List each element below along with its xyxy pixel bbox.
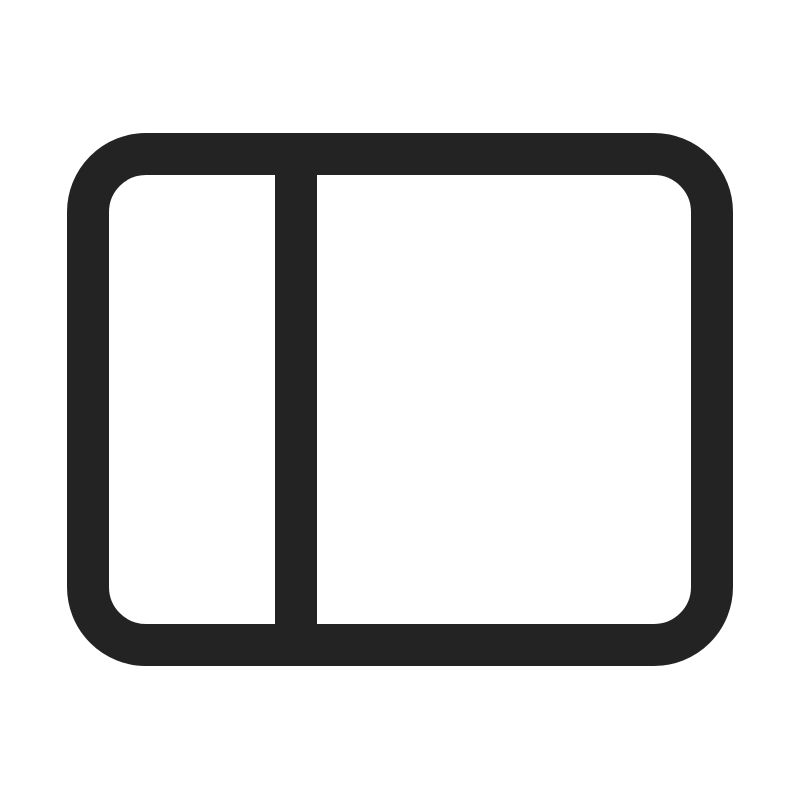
panel-frame bbox=[67, 133, 733, 666]
icon-canvas bbox=[0, 0, 800, 800]
sidebar-panel-icon bbox=[67, 133, 733, 666]
